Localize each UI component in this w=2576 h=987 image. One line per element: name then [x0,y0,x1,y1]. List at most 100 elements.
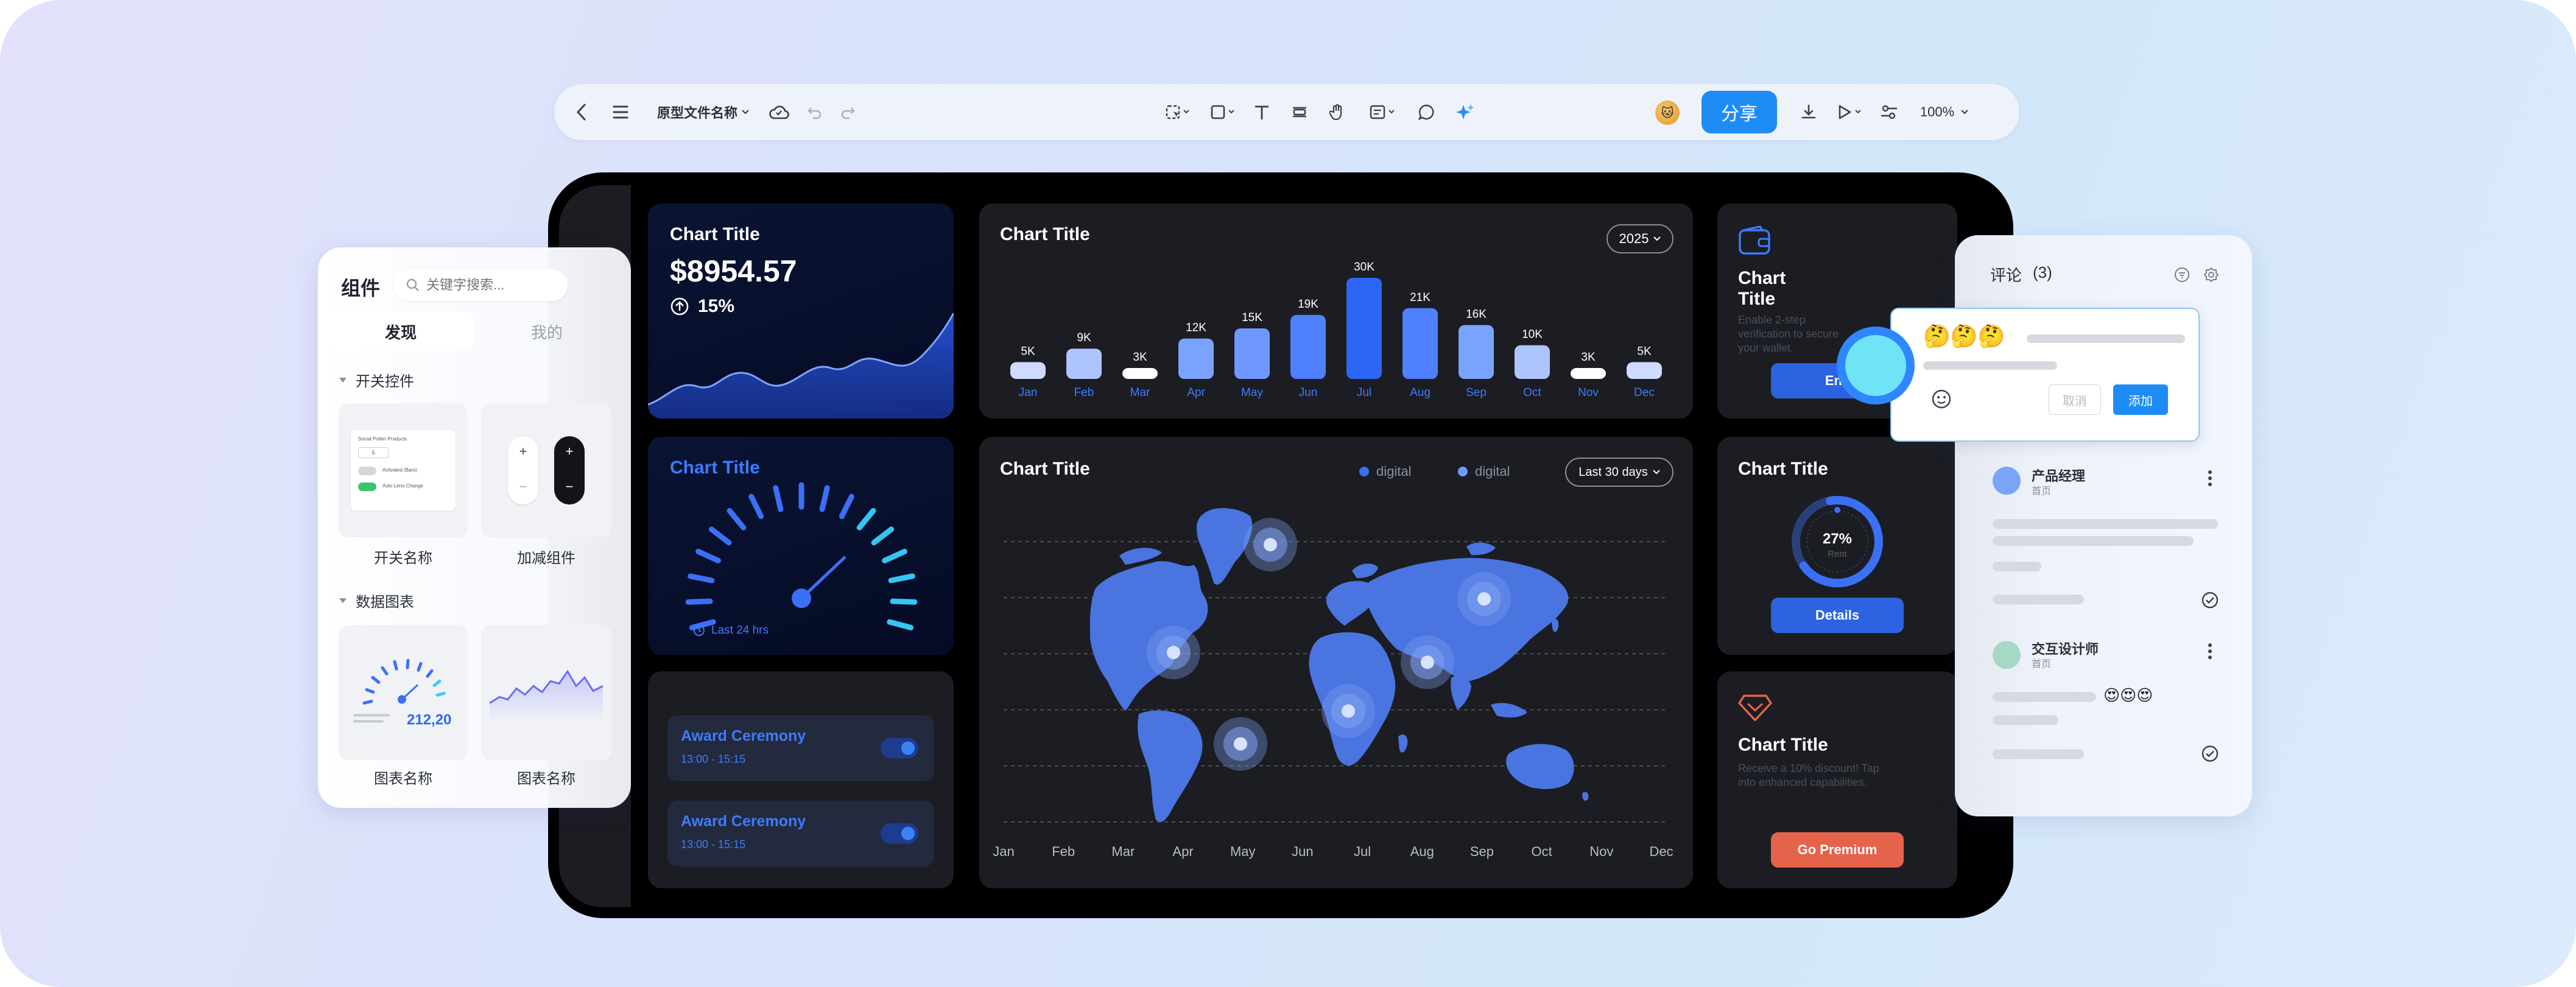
bar-value-label: 30K [1354,261,1374,274]
undo-icon[interactable] [803,84,827,140]
event-item[interactable]: Award Ceremony 13:00 - 15:15 [667,801,934,866]
file-name: 原型文件名称 [656,105,737,121]
gauge-value: 212,20 [407,712,452,728]
file-name-dropdown[interactable]: 原型文件名称 [652,84,755,140]
month-label: Mar [1111,844,1135,859]
gauge-chart-thumb[interactable]: 212,20 [339,625,468,760]
ai-sparkle-icon[interactable] [1453,84,1477,140]
filter-icon[interactable] [2174,267,2190,283]
bar-category-label: Sep [1466,386,1487,399]
download-icon[interactable] [1795,84,1822,140]
month-label: Sep [1469,844,1494,859]
events-card: Award Ceremony 13:00 - 15:15 Award Cerem… [648,671,954,888]
popup-emojis: 🤔🤔🤔 [1923,324,2005,348]
bar-category-label: Dec [1634,386,1655,399]
switch-component-thumb[interactable]: Social Pollen Products 5 Activated (Bars… [339,403,468,537]
play-icon[interactable] [1832,84,1868,140]
text-placeholder [1993,749,2084,759]
comment-input-popup: 🤔🤔🤔 取消 添加 [1890,308,2200,442]
settings-sliders-icon[interactable] [1876,84,1902,140]
bar-category-label: Jul [1357,386,1371,399]
bar-value-label: 19K [1298,298,1318,311]
event-name: Award Ceremony [681,727,806,745]
components-panel: 组件 发现 我的 开关控件 Social Pollen Products 5 A… [318,247,631,808]
caret-down-icon [339,377,347,383]
search-icon [406,278,419,291]
component-name: 开关名称 [374,550,432,567]
bar-dec [1627,362,1662,379]
redo-icon[interactable] [836,84,860,140]
comment-tool-icon[interactable] [1414,84,1438,140]
stepper-component-thumb[interactable]: + − + − [481,403,611,537]
preview-text: Social Pollen Products [358,436,407,442]
panel-title: 组件 [341,277,381,299]
more-icon[interactable] [2207,469,2213,487]
bar-value-label: 21K [1410,291,1431,304]
share-button[interactable]: 分享 [1701,91,1777,133]
bar-value-label: 9K [1077,331,1091,344]
rectangle-tool-icon[interactable] [1205,84,1241,140]
user-avatar[interactable]: 🐱 [1655,101,1680,125]
tab-discover[interactable]: 发现 [328,312,474,351]
gauge-tick [890,598,918,605]
month-label: Nov [1589,844,1614,859]
gauge-tick [856,508,876,531]
search-input[interactable] [426,277,548,293]
plus-icon: + [519,444,527,459]
hand-tool-icon[interactable] [1325,84,1350,140]
search-box[interactable] [393,269,568,301]
frame-tool-icon[interactable] [1287,84,1312,140]
month-label: Jan [993,844,1015,859]
note-tool-icon[interactable] [1364,84,1401,140]
more-icon[interactable] [2207,642,2213,660]
resolve-check-icon[interactable] [2201,591,2219,609]
details-button[interactable]: Details [1771,598,1904,633]
component-name: 图表名称 [517,771,575,787]
text-tool-icon[interactable] [1250,84,1274,140]
bar-value-label: 5K [1021,345,1035,358]
month-label: Aug [1410,844,1434,859]
resolve-check-icon[interactable] [2201,745,2219,763]
zoom-level: 100% [1920,104,1955,119]
wallet-icon [1739,225,1770,255]
menu-icon[interactable] [605,84,636,140]
go-premium-button[interactable]: Go Premium [1771,832,1904,868]
event-toggle[interactable] [881,823,918,844]
month-label: Jul [1354,844,1371,859]
zoom-dropdown[interactable]: 100% [1911,84,1978,140]
gauge-hub [792,589,811,608]
event-item[interactable]: Award Ceremony 13:00 - 15:15 [667,715,934,781]
premium-card: Chart Title Receive a 10% discount! Tap … [1717,671,1957,888]
section-header[interactable]: 数据图表 [339,590,414,611]
bar-mar [1122,368,1158,379]
card-title: Chart Title [1738,268,1786,309]
preview-toggle-off [358,467,376,475]
month-label: Apr [1172,844,1194,859]
card-title: Chart Title [1738,459,1828,479]
month-label: Feb [1052,844,1075,859]
bar-value-label: 10K [1522,328,1543,341]
bar-jul [1346,278,1382,379]
gauge-tick [688,573,715,584]
bar-category-label: Mar [1130,386,1150,399]
tab-mine[interactable]: 我的 [474,312,620,351]
event-toggle[interactable] [881,738,918,759]
emoji-icon[interactable] [1930,388,1952,410]
gauge-card: Chart Title Last 24 hrs [648,437,954,655]
back-icon[interactable] [566,84,597,140]
line-chart-thumb[interactable] [481,625,611,760]
cloud-icon[interactable] [764,84,794,140]
gear-icon[interactable] [2203,267,2219,283]
text-placeholder [1993,715,2058,725]
avatar [1993,641,2021,669]
section-header[interactable]: 开关控件 [339,369,414,391]
stepper-light: + − [508,436,538,504]
cancel-button[interactable]: 取消 [2049,384,2101,415]
gauge-tick [773,485,784,512]
add-button[interactable]: 添加 [2113,384,2168,415]
preview-text: Activated (Bars) [382,467,417,473]
bar-chart-card: Chart Title 2025 5K Jan 9K Feb 3K Mar 12K Apr 15… [979,203,1693,419]
select-tool-icon[interactable] [1160,84,1196,140]
avatar [1993,467,2021,495]
top-toolbar: 原型文件名称 🐱 分享 100% [554,84,2019,140]
